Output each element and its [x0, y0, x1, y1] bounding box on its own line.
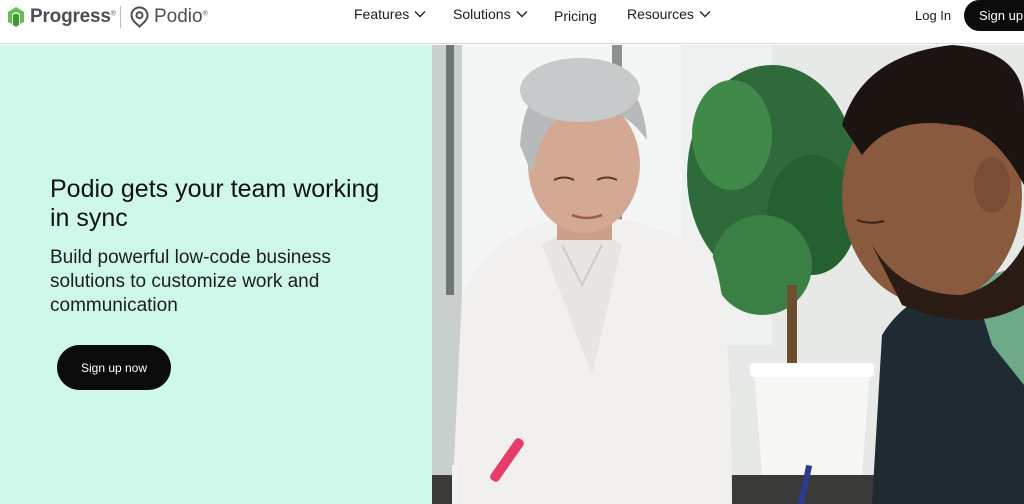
- nav-pricing[interactable]: Pricing: [554, 8, 597, 24]
- nav-resources[interactable]: Resources: [627, 6, 711, 22]
- progress-wordmark: Progress®: [30, 6, 116, 27]
- podio-wordmark: Podio®: [154, 6, 208, 27]
- nav-features-label: Features: [354, 6, 410, 22]
- site-header: Progress® Podio® Features Solutions Pric…: [0, 0, 1024, 44]
- hero-subtitle: Build powerful low-code business solutio…: [50, 247, 331, 316]
- chevron-down-icon: [516, 11, 528, 18]
- nav-features[interactable]: Features: [354, 6, 426, 22]
- nav-solutions[interactable]: Solutions: [453, 6, 528, 22]
- signup-now-button[interactable]: Sign up now: [57, 345, 171, 390]
- logo-divider: [120, 6, 121, 28]
- chevron-down-icon: [699, 11, 711, 18]
- hero-photo-illustration: [432, 45, 1024, 504]
- login-link[interactable]: Log In: [915, 8, 951, 23]
- hero-image: [432, 45, 1024, 504]
- progress-logo-icon: [8, 7, 24, 27]
- nav-solutions-label: Solutions: [453, 6, 511, 22]
- nav-resources-label: Resources: [627, 6, 694, 22]
- podio-logo-link[interactable]: Podio®: [130, 5, 208, 29]
- nav-pricing-label: Pricing: [554, 8, 597, 24]
- signup-button[interactable]: Sign up: [964, 0, 1024, 31]
- podio-pin-icon: [130, 6, 149, 28]
- chevron-down-icon: [414, 11, 426, 18]
- progress-logo-link[interactable]: Progress®: [6, 5, 116, 29]
- hero-title: Podio gets your team working in sync: [50, 175, 380, 232]
